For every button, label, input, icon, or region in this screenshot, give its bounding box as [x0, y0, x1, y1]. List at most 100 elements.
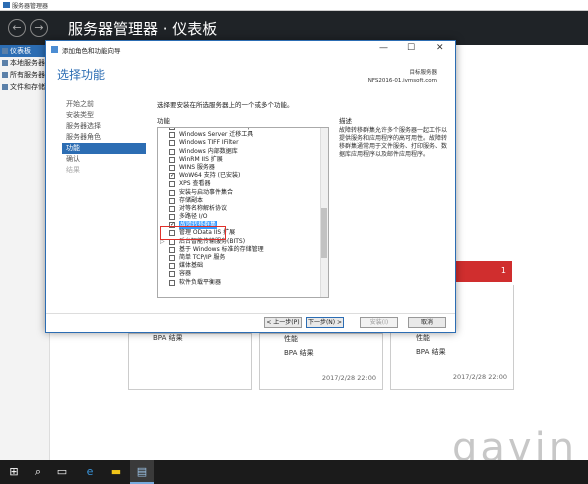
feature-label: Windows 内部数据库: [179, 147, 238, 155]
sidebar-item-label: 所有服务器: [10, 71, 45, 79]
feature-label: 安装与启动事件集合: [179, 188, 234, 196]
app-titlebar: 服务器管理器: [0, 0, 588, 11]
servers-icon: [2, 72, 8, 78]
feature-checkbox[interactable]: [169, 205, 175, 212]
feature-row[interactable]: Windows TIFF IFilter: [158, 139, 321, 147]
feature-checkbox[interactable]: [169, 263, 175, 270]
step-server-selection[interactable]: 服务器选择: [62, 121, 146, 132]
tile-performance-label: 性能: [416, 334, 430, 342]
feature-row[interactable]: 容器: [158, 270, 321, 278]
tile-bpa-label: BPA 结果: [153, 334, 183, 342]
sidebar-item-label: 本地服务器: [10, 59, 45, 67]
feature-checkbox[interactable]: [169, 156, 175, 163]
feature-checkbox[interactable]: [169, 148, 175, 155]
alert-count: 1: [500, 266, 506, 275]
sidebar-item-local-server[interactable]: 本地服务器: [0, 57, 49, 69]
tile-performance-label: 性能: [284, 335, 298, 343]
features-list[interactable]: Windows Server BackupWindows Server 迁移工具…: [157, 127, 329, 298]
scrollbar-thumb[interactable]: [321, 208, 327, 258]
step-features[interactable]: 功能: [62, 143, 146, 154]
feature-label: WinRM IIS 扩展: [179, 155, 223, 163]
sidebar-item-dashboard[interactable]: 仪表板: [0, 45, 49, 57]
feature-checkbox[interactable]: [169, 197, 175, 204]
feature-checkbox[interactable]: [169, 189, 175, 196]
feature-row[interactable]: Windows 内部数据库: [158, 148, 321, 156]
feature-label: XPS 查看器: [179, 180, 211, 188]
cancel-button[interactable]: 取消: [408, 317, 446, 328]
feature-checkbox[interactable]: [169, 140, 175, 147]
alert-band: 1: [455, 261, 512, 282]
server-manager-icon: [3, 2, 10, 8]
edge-icon[interactable]: e: [78, 460, 102, 484]
sidebar-item-all-servers[interactable]: 所有服务器: [0, 69, 49, 81]
feature-row[interactable]: 软件负载平衡器: [158, 279, 321, 287]
feature-checkbox[interactable]: ✓: [169, 173, 175, 180]
description-label: 描述: [339, 117, 352, 125]
next-button[interactable]: 下一步(N) >: [306, 317, 344, 328]
feature-checkbox[interactable]: [169, 255, 175, 261]
step-confirmation[interactable]: 确认: [62, 154, 146, 165]
step-before-you-begin[interactable]: 开始之前: [62, 99, 146, 110]
feature-checkbox[interactable]: [169, 164, 175, 171]
forward-arrow-icon[interactable]: →: [30, 19, 48, 37]
wizard-icon: [51, 46, 58, 53]
tile-date: 2017/2/28 22:00: [452, 373, 507, 381]
step-server-roles[interactable]: 服务器角色: [62, 132, 146, 143]
feature-label: 简单 TCP/IP 服务: [179, 254, 226, 261]
footer-divider: [46, 313, 455, 314]
sidebar-item-label: 文件和存储服务: [10, 83, 49, 91]
feature-label: 对等名称解析协议: [179, 204, 228, 212]
add-roles-wizard-dialog: 添加角色和功能向导 — ☐ ✕ 选择功能 目标服务器 NFS2016-01.iv…: [45, 40, 456, 333]
instruction-text: 选择要安装在所选服务器上的一个或多个功能。: [157, 101, 294, 109]
dashboard-tile[interactable]: 性能 BPA 结果 2017/2/28 22:00: [259, 333, 383, 390]
feature-checkbox[interactable]: [169, 132, 175, 139]
page-title: 服务器管理器 · 仪表板: [68, 20, 218, 38]
task-view-icon[interactable]: ▭: [50, 460, 74, 484]
feature-checkbox[interactable]: [169, 128, 175, 130]
back-arrow-icon[interactable]: ←: [8, 19, 26, 37]
maximize-icon[interactable]: ☐: [407, 43, 415, 53]
feature-checkbox[interactable]: [169, 246, 175, 253]
dashboard-tile[interactable]: BPA 结果: [128, 333, 252, 390]
feature-label: 软件负载平衡器: [179, 278, 222, 286]
sidebar: 仪表板 本地服务器 所有服务器 文件和存储服务: [0, 45, 50, 460]
feature-row[interactable]: 存储副本: [158, 197, 321, 205]
file-explorer-icon[interactable]: ▬: [104, 460, 128, 484]
dashboard-icon: [2, 48, 8, 54]
server-manager-icon[interactable]: ▤: [130, 460, 154, 484]
feature-row[interactable]: 安装与启动事件集合: [158, 189, 321, 197]
feature-checkbox[interactable]: [169, 271, 175, 278]
minimize-icon[interactable]: —: [379, 43, 388, 53]
tile-date: 2017/2/28 22:00: [321, 374, 376, 382]
wizard-steps-nav: 开始之前 安装类型 服务器选择 服务器角色 功能 确认 结果: [62, 99, 146, 176]
feature-label: WINS 服务器: [179, 163, 215, 171]
feature-label: 容器: [179, 270, 192, 278]
previous-button[interactable]: < 上一步(P): [264, 317, 302, 328]
server-icon: [2, 60, 8, 66]
tile-bpa-label: BPA 结果: [284, 349, 314, 357]
feature-row[interactable]: WINS 服务器: [158, 164, 321, 172]
close-icon[interactable]: ✕: [436, 43, 444, 53]
feature-row[interactable]: Windows Server 迁移工具: [158, 131, 321, 139]
target-server-label: 目标服务器: [409, 70, 437, 76]
feature-label: Windows Server 迁移工具: [179, 131, 254, 139]
target-server-info: 目标服务器 NFS2016-01.ivmsoft.com: [368, 69, 437, 85]
feature-checkbox[interactable]: [169, 279, 175, 286]
feature-row[interactable]: 基于 Windows 标准的存储管理: [158, 246, 321, 254]
feature-row[interactable]: WinRM IIS 扩展: [158, 156, 321, 164]
target-server-name: NFS2016-01.ivmsoft.com: [367, 78, 437, 84]
feature-checkbox[interactable]: [169, 181, 175, 188]
feature-row[interactable]: 简单 TCP/IP 服务: [158, 254, 321, 262]
description-text: 故障转移群集允许多个服务器一起工作以提供服务和应用程序的高可用性。故障转移群集通…: [339, 127, 448, 158]
search-icon[interactable]: ⌕: [26, 460, 50, 484]
feature-row[interactable]: 对等名称解析协议: [158, 205, 321, 213]
sidebar-item-file-storage[interactable]: 文件和存储服务: [0, 81, 49, 93]
feature-checkbox[interactable]: [169, 214, 175, 221]
features-scrollbar[interactable]: [320, 128, 328, 297]
feature-row[interactable]: XPS 查看器: [158, 180, 321, 188]
taskbar: ⊞ ⌕ ▭ e ▬ ▤: [0, 460, 588, 484]
windows-icon[interactable]: ⊞: [2, 460, 26, 484]
sidebar-item-label: 仪表板: [10, 47, 31, 55]
install-button: 安装(I): [360, 317, 398, 328]
step-installation-type[interactable]: 安装类型: [62, 110, 146, 121]
